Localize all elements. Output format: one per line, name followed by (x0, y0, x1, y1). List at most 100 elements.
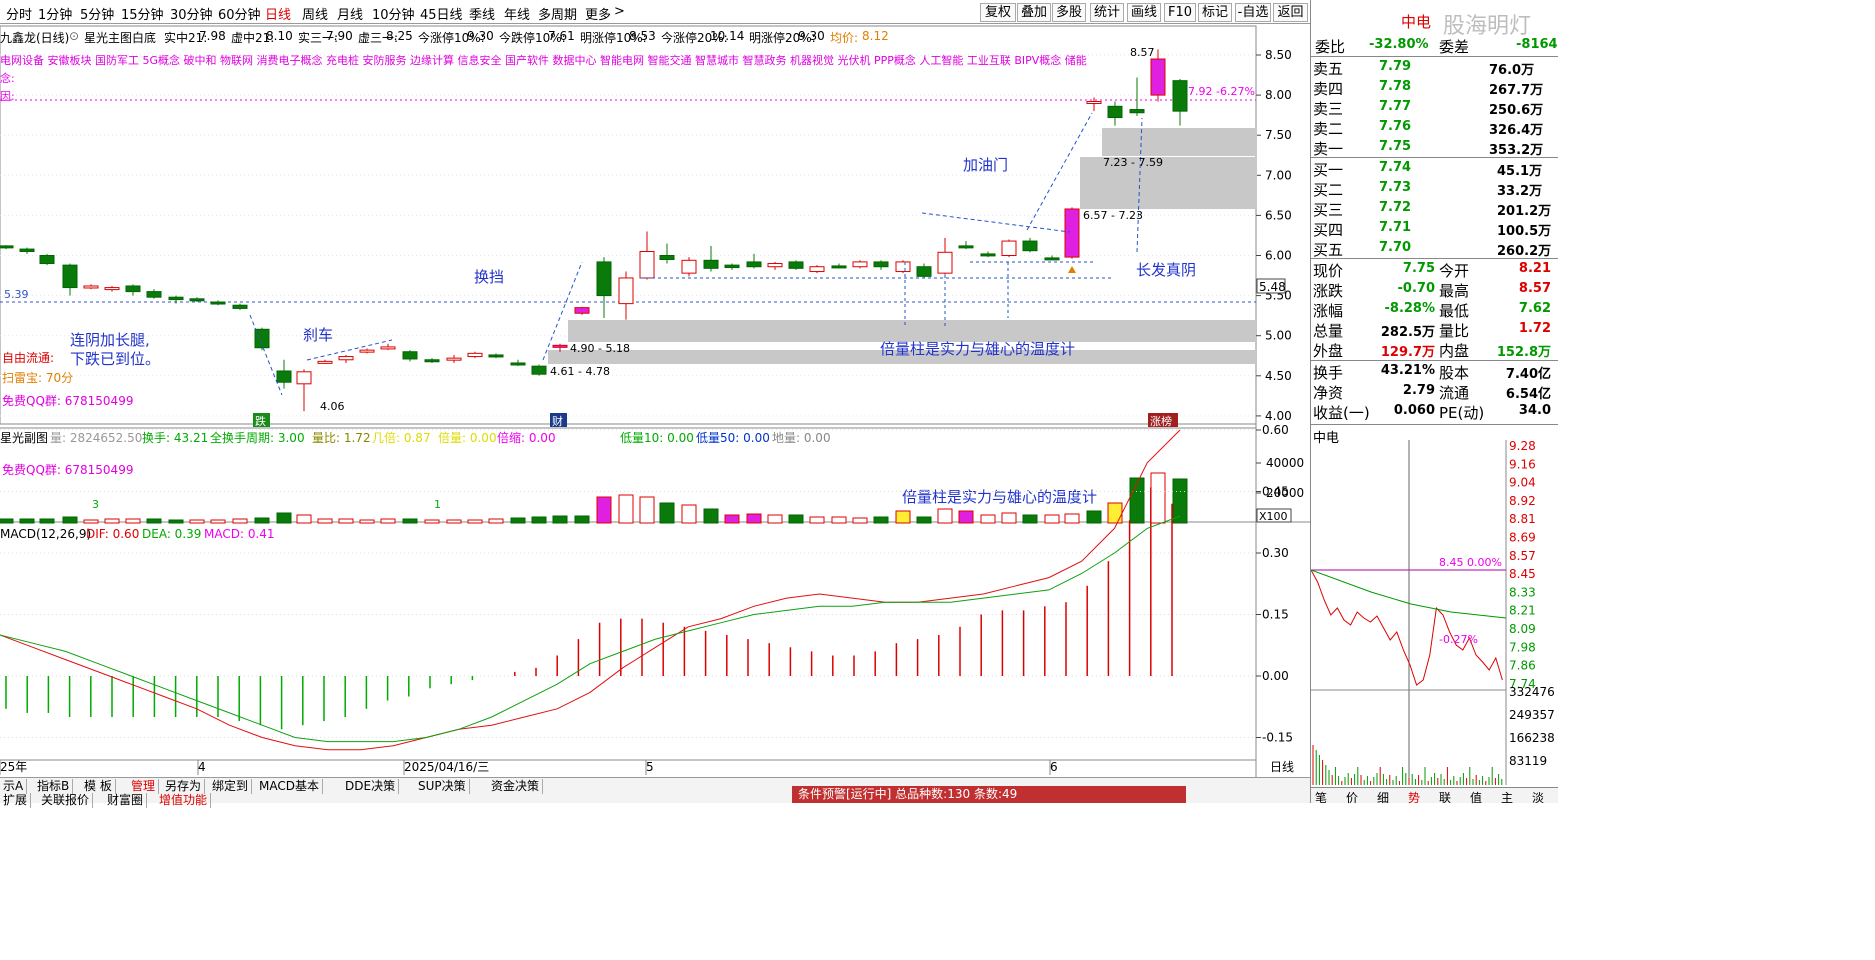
macd-axis: 0.15 (1262, 608, 1289, 622)
volume-bar (39, 518, 55, 524)
stat2-value: 0.060 (1393, 403, 1435, 418)
bottom-tab2-0[interactable]: 扩展 (0, 793, 32, 808)
ratio-label: 委比 (1315, 38, 1346, 56)
mini-tab-3[interactable]: 势 (1408, 789, 1420, 806)
volume-bar (746, 513, 762, 524)
bottom-tab-2[interactable]: 模 板 (81, 779, 116, 794)
candle (1172, 80, 1188, 112)
mini-axis-label: 8.09 (1509, 622, 1536, 636)
mini-axis-label: 8.33 (1509, 585, 1536, 599)
volume-bar (895, 510, 911, 524)
candle (19, 248, 35, 252)
volume-bar (104, 518, 120, 524)
candle (531, 365, 547, 375)
bottom-tab-5[interactable]: 绑定到 (209, 779, 253, 794)
volume-bar (980, 514, 996, 524)
sub1-axis: 40000 (1266, 456, 1304, 470)
axis-label: 6.00 (1265, 249, 1292, 263)
stat2-label: PE(动) (1439, 404, 1485, 422)
ask-label: 卖一 (1313, 140, 1344, 158)
ask-label: 卖四 (1313, 80, 1344, 98)
mini-tab-1[interactable]: 价 (1346, 789, 1358, 806)
mini-tab-0[interactable]: 笔 (1315, 789, 1327, 806)
candle (39, 255, 55, 265)
mini-tab-6[interactable]: 主 (1501, 789, 1513, 806)
bottom-tab-7[interactable]: DDE决策 (342, 779, 400, 794)
volume-bar (359, 519, 375, 524)
sub1-item: 倍缩: 0.00 (497, 430, 556, 445)
candle (276, 370, 292, 383)
candle (574, 307, 590, 314)
zone-label: 4.06 (320, 400, 345, 413)
date-label: 2025/04/16/三 (404, 760, 489, 774)
candle (831, 265, 847, 269)
alarm-bar[interactable]: 条件预警[运行中] 总品种数:130 条数:49 (792, 786, 1186, 803)
ask-label: 卖五 (1313, 60, 1344, 78)
kline-chart-area[interactable]: 8.508.007.507.006.506.005.505.004.504.00… (0, 0, 1310, 777)
sub1-title: 星光副图 (0, 431, 48, 445)
bottom-tab2-1[interactable]: 关联报价 (38, 793, 94, 808)
ask-label: 卖三 (1313, 100, 1344, 118)
volume-bar (1129, 477, 1145, 524)
mini-axis-label: 8.69 (1509, 531, 1536, 545)
candle (916, 266, 932, 277)
stat-value: 8.21 (1518, 261, 1551, 276)
candle (467, 352, 483, 358)
volume-bar (873, 516, 889, 524)
candle (1044, 257, 1060, 261)
ask-price: 7.75 (1379, 139, 1412, 154)
stat2-label: 净资 (1313, 384, 1344, 402)
candle (788, 261, 804, 269)
candle (937, 251, 953, 274)
stat2-label: 流通 (1439, 384, 1470, 402)
candle (552, 344, 568, 348)
stat-value: -8.28% (1384, 301, 1436, 316)
sub1-item: 低量50: 0.00 (696, 431, 770, 445)
candle (1086, 101, 1102, 105)
mini-intraday-chart[interactable]: 9.28 9.16 9.04 8.92 8.81 8.69 8.57 8.45 8.33 8.21… (1311, 440, 1559, 802)
mini-tab-4[interactable]: 联 (1439, 789, 1451, 806)
stat2-label: 股本 (1439, 364, 1470, 382)
zone-label: 8.57 (1130, 46, 1155, 59)
mini-tab-7[interactable]: 淡 (1532, 789, 1544, 806)
zone-label: 4.61 - 4.78 (550, 365, 610, 378)
sub1-item: 量比: 1.72 (312, 431, 371, 445)
bottom-tab-8[interactable]: SUP决策 (415, 779, 470, 794)
candle (488, 354, 504, 358)
volume-bar (596, 496, 612, 524)
candle (359, 349, 375, 353)
mini-tab-2[interactable]: 细 (1377, 789, 1389, 806)
mini-tab-5[interactable]: 值 (1470, 789, 1482, 806)
volume-bar (574, 515, 590, 524)
bottom-tab-0[interactable]: 示A (0, 779, 28, 794)
unit-label: X100 (1259, 510, 1288, 523)
candle (809, 266, 825, 273)
stat2-label: 收益(一) (1313, 404, 1370, 422)
bottom-tab-4[interactable]: 另存为 (162, 779, 206, 794)
quote-panel: 中电 股海明灯 委比 -32.80% 委差 -8164 卖五 7.79 76.0万 卖四 7.78 2… (1310, 0, 1559, 806)
sub1-item: 地量: 0.00 (772, 431, 831, 445)
ask-volume: 326.4万 (1489, 123, 1544, 138)
volume-bar (1001, 512, 1017, 524)
volume-bar (1044, 514, 1060, 524)
volume-bar (488, 518, 504, 524)
macd-value: MACD: 0.41 (204, 527, 275, 541)
mini-axis-label: 7.86 (1509, 659, 1536, 673)
ratio-value: -32.80% (1369, 37, 1429, 52)
dif-line (0, 429, 1181, 751)
diff-label: 委差 (1439, 38, 1470, 56)
bottom-tab2-2[interactable]: 财富圈 (104, 793, 148, 808)
up-triangle-icon (1068, 266, 1076, 273)
zone-label: 7.23 - 7.59 (1103, 156, 1163, 169)
ask-price: 7.78 (1379, 79, 1412, 94)
macd-axis: 0.60 (1262, 423, 1289, 437)
bottom-tab-3[interactable]: 管理 (128, 779, 160, 794)
bottom-tab2-3[interactable]: 增值功能 (156, 793, 212, 808)
bid-label: 买一 (1313, 161, 1344, 179)
bottom-tab-1[interactable]: 指标B (34, 779, 74, 794)
bottom-tab-6[interactable]: MACD基本 (256, 779, 323, 794)
axis-label: 7.00 (1265, 168, 1292, 182)
mini-price-line (1311, 569, 1503, 686)
mini-axis-label: 8.57 (1509, 549, 1536, 563)
bottom-tab-9[interactable]: 资金决策 (488, 779, 544, 794)
